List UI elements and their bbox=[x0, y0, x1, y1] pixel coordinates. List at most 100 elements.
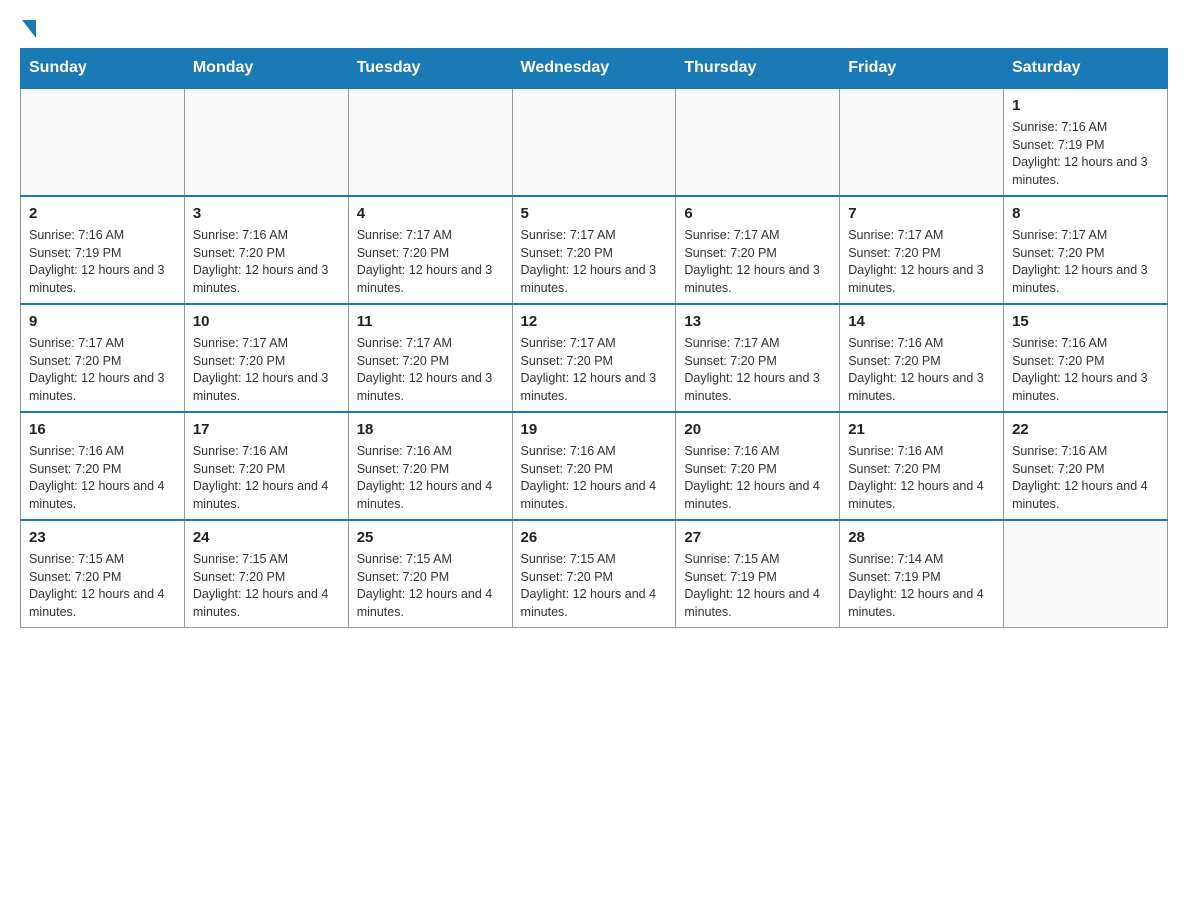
page-header bbox=[20, 20, 1168, 38]
calendar-cell: 14 Sunrise: 7:16 AMSunset: 7:20 PMDayligh… bbox=[840, 304, 1004, 412]
calendar-cell: 4 Sunrise: 7:17 AMSunset: 7:20 PMDaylight… bbox=[348, 196, 512, 304]
calendar-cell bbox=[512, 88, 676, 196]
day-info: Sunrise: 7:15 AMSunset: 7:20 PMDaylight:… bbox=[193, 551, 340, 621]
column-header-wednesday: Wednesday bbox=[512, 49, 676, 89]
day-number: 26 bbox=[521, 527, 668, 548]
day-info: Sunrise: 7:16 AMSunset: 7:20 PMDaylight:… bbox=[193, 443, 340, 513]
day-info: Sunrise: 7:16 AMSunset: 7:20 PMDaylight:… bbox=[521, 443, 668, 513]
day-info: Sunrise: 7:15 AMSunset: 7:20 PMDaylight:… bbox=[521, 551, 668, 621]
calendar-cell bbox=[21, 88, 185, 196]
calendar-cell: 5Sunrise: 7:17 AMSunset: 7:20 PMDaylight… bbox=[512, 196, 676, 304]
calendar-cell: 12 Sunrise: 7:17 AMSunset: 7:20 PMDayligh… bbox=[512, 304, 676, 412]
day-number: 9 bbox=[29, 311, 176, 332]
calendar-cell: 19 Sunrise: 7:16 AMSunset: 7:20 PMDayligh… bbox=[512, 412, 676, 520]
column-header-sunday: Sunday bbox=[21, 49, 185, 89]
day-info: Sunrise: 7:16 AMSunset: 7:20 PMDaylight:… bbox=[848, 335, 995, 405]
logo bbox=[20, 20, 38, 38]
calendar-cell: 16 Sunrise: 7:16 AMSunset: 7:20 PMDayligh… bbox=[21, 412, 185, 520]
calendar-cell bbox=[840, 88, 1004, 196]
calendar-cell: 27 Sunrise: 7:15 AMSunset: 7:19 PMDayligh… bbox=[676, 520, 840, 628]
calendar-cell: 17 Sunrise: 7:16 AMSunset: 7:20 PMDayligh… bbox=[184, 412, 348, 520]
calendar-cell: 20 Sunrise: 7:16 AMSunset: 7:20 PMDayligh… bbox=[676, 412, 840, 520]
day-number: 17 bbox=[193, 419, 340, 440]
day-info: Sunrise: 7:17 AMSunset: 7:20 PMDaylight:… bbox=[193, 335, 340, 405]
day-number: 15 bbox=[1012, 311, 1159, 332]
day-number: 14 bbox=[848, 311, 995, 332]
day-number: 27 bbox=[684, 527, 831, 548]
day-number: 19 bbox=[521, 419, 668, 440]
day-info: Sunrise: 7:16 AMSunset: 7:20 PMDaylight:… bbox=[357, 443, 504, 513]
day-number: 2 bbox=[29, 203, 176, 224]
day-number: 23 bbox=[29, 527, 176, 548]
day-number: 7 bbox=[848, 203, 995, 224]
day-info: Sunrise: 7:16 AMSunset: 7:20 PMDaylight:… bbox=[193, 227, 340, 297]
calendar-cell: 10 Sunrise: 7:17 AMSunset: 7:20 PMDayligh… bbox=[184, 304, 348, 412]
day-info: Sunrise: 7:15 AMSunset: 7:19 PMDaylight:… bbox=[684, 551, 831, 621]
day-number: 22 bbox=[1012, 419, 1159, 440]
column-header-monday: Monday bbox=[184, 49, 348, 89]
calendar-cell: 11 Sunrise: 7:17 AMSunset: 7:20 PMDayligh… bbox=[348, 304, 512, 412]
calendar-cell: 23 Sunrise: 7:15 AMSunset: 7:20 PMDayligh… bbox=[21, 520, 185, 628]
day-number: 5 bbox=[521, 203, 668, 224]
day-number: 28 bbox=[848, 527, 995, 548]
week-row-5: 23 Sunrise: 7:15 AMSunset: 7:20 PMDayligh… bbox=[21, 520, 1168, 628]
column-header-thursday: Thursday bbox=[676, 49, 840, 89]
calendar-cell: 2Sunrise: 7:16 AMSunset: 7:19 PMDaylight… bbox=[21, 196, 185, 304]
calendar-cell bbox=[1004, 520, 1168, 628]
day-info: Sunrise: 7:17 AMSunset: 7:20 PMDaylight:… bbox=[357, 227, 504, 297]
week-row-3: 9 Sunrise: 7:17 AMSunset: 7:20 PMDaylight… bbox=[21, 304, 1168, 412]
logo-arrow-icon bbox=[22, 20, 36, 38]
week-row-2: 2Sunrise: 7:16 AMSunset: 7:19 PMDaylight… bbox=[21, 196, 1168, 304]
calendar-header-row: SundayMondayTuesdayWednesdayThursdayFrid… bbox=[21, 49, 1168, 89]
calendar-cell bbox=[676, 88, 840, 196]
day-info: Sunrise: 7:16 AMSunset: 7:20 PMDaylight:… bbox=[1012, 335, 1159, 405]
day-info: Sunrise: 7:16 AMSunset: 7:20 PMDaylight:… bbox=[29, 443, 176, 513]
calendar-cell: 21 Sunrise: 7:16 AMSunset: 7:20 PMDayligh… bbox=[840, 412, 1004, 520]
week-row-4: 16 Sunrise: 7:16 AMSunset: 7:20 PMDayligh… bbox=[21, 412, 1168, 520]
day-info: Sunrise: 7:17 AMSunset: 7:20 PMDaylight:… bbox=[848, 227, 995, 297]
day-number: 20 bbox=[684, 419, 831, 440]
day-number: 1 bbox=[1012, 95, 1159, 116]
day-info: Sunrise: 7:16 AMSunset: 7:20 PMDaylight:… bbox=[684, 443, 831, 513]
column-header-friday: Friday bbox=[840, 49, 1004, 89]
calendar-table: SundayMondayTuesdayWednesdayThursdayFrid… bbox=[20, 48, 1168, 628]
day-number: 8 bbox=[1012, 203, 1159, 224]
day-number: 4 bbox=[357, 203, 504, 224]
calendar-cell bbox=[348, 88, 512, 196]
day-info: Sunrise: 7:17 AMSunset: 7:20 PMDaylight:… bbox=[29, 335, 176, 405]
day-info: Sunrise: 7:15 AMSunset: 7:20 PMDaylight:… bbox=[29, 551, 176, 621]
day-number: 6 bbox=[684, 203, 831, 224]
calendar-cell: 6 Sunrise: 7:17 AMSunset: 7:20 PMDaylight… bbox=[676, 196, 840, 304]
day-number: 12 bbox=[521, 311, 668, 332]
calendar-cell: 18 Sunrise: 7:16 AMSunset: 7:20 PMDayligh… bbox=[348, 412, 512, 520]
day-info: Sunrise: 7:16 AMSunset: 7:20 PMDaylight:… bbox=[848, 443, 995, 513]
calendar-cell bbox=[184, 88, 348, 196]
calendar-cell: 28Sunrise: 7:14 AMSunset: 7:19 PMDayligh… bbox=[840, 520, 1004, 628]
day-number: 13 bbox=[684, 311, 831, 332]
day-info: Sunrise: 7:17 AMSunset: 7:20 PMDaylight:… bbox=[684, 335, 831, 405]
day-info: Sunrise: 7:17 AMSunset: 7:20 PMDaylight:… bbox=[1012, 227, 1159, 297]
calendar-cell: 8 Sunrise: 7:17 AMSunset: 7:20 PMDaylight… bbox=[1004, 196, 1168, 304]
day-info: Sunrise: 7:15 AMSunset: 7:20 PMDaylight:… bbox=[357, 551, 504, 621]
day-info: Sunrise: 7:17 AMSunset: 7:20 PMDaylight:… bbox=[357, 335, 504, 405]
day-number: 21 bbox=[848, 419, 995, 440]
calendar-cell: 25 Sunrise: 7:15 AMSunset: 7:20 PMDayligh… bbox=[348, 520, 512, 628]
calendar-cell: 22 Sunrise: 7:16 AMSunset: 7:20 PMDayligh… bbox=[1004, 412, 1168, 520]
day-info: Sunrise: 7:17 AMSunset: 7:20 PMDaylight:… bbox=[521, 335, 668, 405]
day-info: Sunrise: 7:16 AMSunset: 7:20 PMDaylight:… bbox=[1012, 443, 1159, 513]
day-number: 11 bbox=[357, 311, 504, 332]
day-number: 25 bbox=[357, 527, 504, 548]
calendar-cell: 24 Sunrise: 7:15 AMSunset: 7:20 PMDayligh… bbox=[184, 520, 348, 628]
day-info: Sunrise: 7:16 AMSunset: 7:19 PMDaylight:… bbox=[1012, 119, 1159, 189]
column-header-saturday: Saturday bbox=[1004, 49, 1168, 89]
day-info: Sunrise: 7:17 AMSunset: 7:20 PMDaylight:… bbox=[684, 227, 831, 297]
day-number: 16 bbox=[29, 419, 176, 440]
week-row-1: 1 Sunrise: 7:16 AMSunset: 7:19 PMDaylight… bbox=[21, 88, 1168, 196]
calendar-cell: 1 Sunrise: 7:16 AMSunset: 7:19 PMDaylight… bbox=[1004, 88, 1168, 196]
day-number: 24 bbox=[193, 527, 340, 548]
day-number: 3 bbox=[193, 203, 340, 224]
calendar-cell: 15 Sunrise: 7:16 AMSunset: 7:20 PMDayligh… bbox=[1004, 304, 1168, 412]
day-number: 10 bbox=[193, 311, 340, 332]
calendar-cell: 7 Sunrise: 7:17 AMSunset: 7:20 PMDaylight… bbox=[840, 196, 1004, 304]
day-number: 18 bbox=[357, 419, 504, 440]
